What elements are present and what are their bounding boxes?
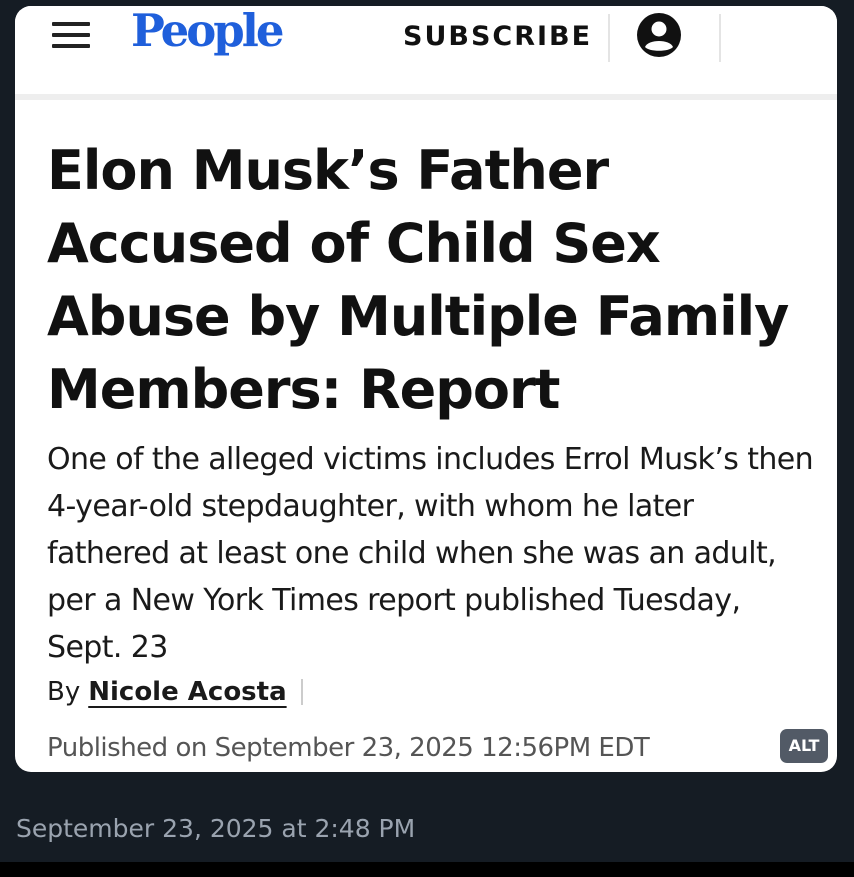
site-header: People SUBSCRIBE [15,6,837,100]
published-date: Published on September 23, 2025 12:56PM … [47,733,650,763]
article-screenshot-card: People SUBSCRIBE Elon Musk’s Father Accu… [15,6,837,772]
article-headline: Elon Musk’s Father Accused of Child Sex … [47,139,789,421]
header-divider [719,14,721,62]
alt-text-button[interactable]: ALT [780,729,828,763]
bottom-edge [0,862,854,877]
author-link[interactable]: Nicole Acosta [88,677,286,707]
article-dek: One of the alleged victims includes Erro… [47,442,814,665]
hamburger-menu-icon[interactable] [52,22,90,48]
header-divider [608,14,610,62]
account-icon[interactable] [636,12,682,58]
subscribe-button[interactable]: SUBSCRIBE [403,20,592,54]
byline-prefix: By [47,677,81,707]
byline: By Nicole Acosta [47,674,287,710]
byline-divider [301,679,303,705]
people-logo[interactable]: People [131,6,284,56]
post-timestamp: September 23, 2025 at 2:48 PM [16,814,416,843]
